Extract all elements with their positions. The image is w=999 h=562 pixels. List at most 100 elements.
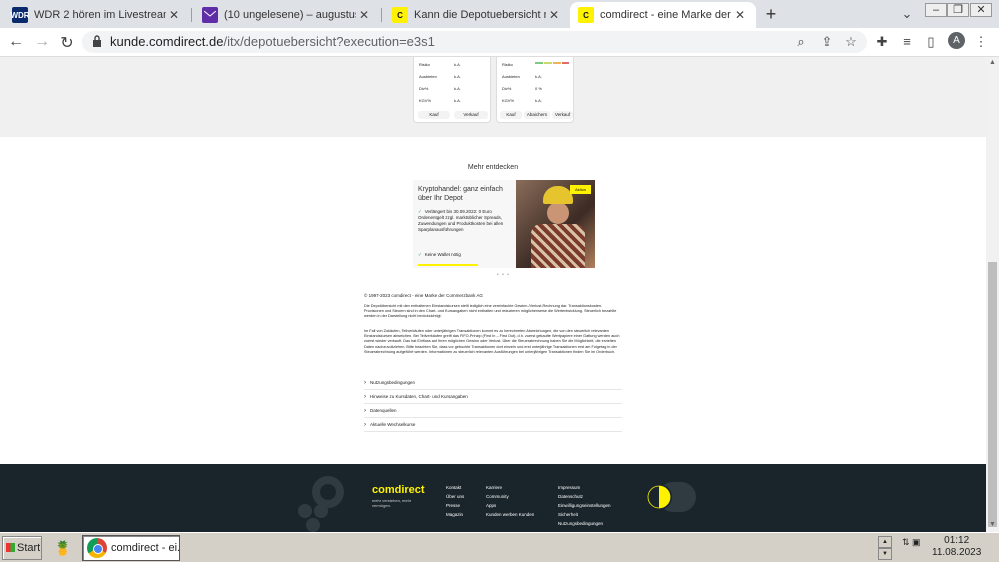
footer-link[interactable]: Kunden werben Kunden xyxy=(486,512,534,517)
row-label: Risiko xyxy=(502,62,513,67)
footer-link[interactable]: Sicherheit xyxy=(558,512,578,517)
row-label: Ausbieten xyxy=(419,74,437,79)
footer-link[interactable]: Kontakt xyxy=(446,485,461,490)
chrome-icon xyxy=(87,538,107,558)
footer-link[interactable]: Datenschutz xyxy=(558,494,583,499)
close-icon[interactable]: ✕ xyxy=(356,8,372,22)
tab-strip: WDR WDR 2 hören im Livestream - M ✕ (10 … xyxy=(0,0,999,28)
row-value: k.A. xyxy=(454,62,461,67)
comdirect-favicon-icon: C xyxy=(578,7,594,23)
tab-comdirect-active[interactable]: C comdirect - eine Marke der Commerz ✕ xyxy=(570,2,756,28)
accordion-item[interactable]: Aktuelle Wechselkurse xyxy=(364,419,622,432)
tab-search-chevron-icon[interactable]: ⌄ xyxy=(898,6,916,22)
profile-avatar[interactable]: A xyxy=(948,32,965,49)
security-card: Risiko Ausbieten k.A. Div% 0 % KGV% k.A.… xyxy=(496,57,574,123)
footer-link[interactable]: Impressum xyxy=(558,485,580,490)
media-control-icon[interactable]: ≡ xyxy=(898,34,916,49)
accordion-item[interactable]: Datenquellen xyxy=(364,405,622,418)
minimize-icon[interactable]: – xyxy=(925,3,947,17)
tab-title: Kann die Depotuebersicht nicht rech xyxy=(414,9,546,21)
scroll-down-arrow-icon[interactable]: ▼ xyxy=(988,521,997,528)
system-clock[interactable]: 01:12 11.08.2023 xyxy=(932,535,981,559)
footer-link[interactable]: Einwilligungseinstellungen xyxy=(558,503,611,508)
promo-badge: Aktion xyxy=(570,185,591,194)
side-panel-icon[interactable]: ▯ xyxy=(922,34,940,50)
footer-link[interactable]: Presse xyxy=(446,503,460,508)
sell-button[interactable]: Verkauf xyxy=(552,111,573,119)
tab-title: comdirect - eine Marke der Commerz xyxy=(600,9,732,21)
buy-button[interactable]: Kauf xyxy=(500,111,522,119)
forward-arrow-icon[interactable]: → xyxy=(32,33,52,51)
legal-paragraph: Im Fall von Zukäufen, Teilverkäufen oder… xyxy=(364,329,620,354)
tab-separator xyxy=(381,8,382,22)
accordion-item[interactable]: Nutzungsbedingungen xyxy=(364,377,622,390)
bookmark-star-icon[interactable]: ☆ xyxy=(842,34,860,50)
share-icon[interactable]: ⇪ xyxy=(818,34,836,50)
carousel-dots[interactable]: • • • xyxy=(497,272,510,278)
taskbar-window-button[interactable]: comdirect - ei... xyxy=(82,535,180,561)
row-label: KGV% xyxy=(502,98,515,103)
depot-overview-section xyxy=(0,57,986,137)
extensions-puzzle-icon[interactable]: ✚ xyxy=(873,34,891,50)
vertical-scrollbar[interactable]: ▲ ▼ xyxy=(986,57,999,532)
menu-kebab-icon[interactable]: ⋮ xyxy=(972,34,990,50)
row-label: KGV% xyxy=(419,98,432,103)
row-label: Risiko xyxy=(419,62,430,67)
footer-link[interactable]: Über uns xyxy=(446,494,464,499)
hedge-button[interactable]: Abaichern xyxy=(524,111,550,119)
url-text: kunde.comdirect.de/itx/depotuebersicht?e… xyxy=(110,34,435,49)
taskbar-scroll-down-icon[interactable]: ▼ xyxy=(878,548,892,560)
row-value: k.A. xyxy=(535,98,542,103)
promo-photo-shirt xyxy=(531,224,585,268)
accordion-item[interactable]: Hinweise zu Kursdaten, Chart- und Kursan… xyxy=(364,391,622,404)
footer-tagline: mehr verstehen, mehr vermögen. xyxy=(372,498,412,508)
comdirect-favicon-icon: C xyxy=(392,7,408,23)
row-value: k.A. xyxy=(454,74,461,79)
row-value: k.A. xyxy=(535,74,542,79)
taskbar-scroll-up-icon[interactable]: ▲ xyxy=(878,536,892,548)
reload-icon[interactable]: ↻ xyxy=(57,33,77,53)
address-bar[interactable]: kunde.comdirect.de/itx/depotuebersicht?e… xyxy=(82,31,867,53)
tab-wdr[interactable]: WDR WDR 2 hören im Livestream - M ✕ xyxy=(4,2,190,28)
tab-comdirect-help[interactable]: C Kann die Depotuebersicht nicht rech ✕ xyxy=(384,2,570,28)
comdirect-logo[interactable]: comdirect xyxy=(372,484,425,496)
maximize-icon[interactable]: ❐ xyxy=(947,3,969,17)
footer-decor-ring xyxy=(312,476,344,508)
close-icon[interactable]: ✕ xyxy=(166,8,182,22)
buy-button[interactable]: Kauf xyxy=(418,111,450,119)
security-card: Risiko k.A. Ausbieten k.A. Div% k.A. KGV… xyxy=(413,57,491,123)
wdr-favicon-icon: WDR xyxy=(10,7,30,23)
close-icon[interactable]: ✕ xyxy=(732,8,748,22)
tab-separator xyxy=(191,8,192,22)
footer-link[interactable]: Apps xyxy=(486,503,496,508)
window-close-icon[interactable]: ✕ xyxy=(970,3,992,17)
risk-scale-bar xyxy=(535,62,569,64)
new-tab-icon[interactable]: + xyxy=(762,4,780,24)
row-label: Ausbieten xyxy=(502,74,520,79)
footer-link[interactable]: Nutzungsbedingungen xyxy=(558,521,603,526)
tab-mail[interactable]: (10 ungelesene) – augustus_meyer@ ✕ xyxy=(194,2,380,28)
close-icon[interactable]: ✕ xyxy=(546,8,562,22)
scroll-up-arrow-icon[interactable]: ▲ xyxy=(988,59,997,66)
row-label: Div% xyxy=(419,86,429,91)
row-label: Div% xyxy=(502,86,512,91)
promo-bullet: Keine Wallet nötig xyxy=(418,252,514,258)
scroll-thumb[interactable] xyxy=(988,262,997,527)
footer-decor-dot xyxy=(314,504,328,518)
crypto-promo-banner[interactable]: Aktion Kryptohandel: ganz einfach über I… xyxy=(413,180,595,268)
footer-link[interactable]: Magazin xyxy=(446,512,463,517)
start-button[interactable]: Start xyxy=(2,536,42,560)
tab-title: (10 ungelesene) – augustus_meyer@ xyxy=(224,9,356,21)
footer-link[interactable]: Karriere xyxy=(486,485,502,490)
pineapple-quicklaunch-icon[interactable]: 🍍 xyxy=(52,537,74,559)
back-arrow-icon[interactable]: ← xyxy=(6,33,26,51)
taskbar: Start 🍍 comdirect - ei... ▲ ▼ ⇅ ▣ 01:12 … xyxy=(0,532,999,562)
mail-icon xyxy=(202,7,218,23)
zoom-icon[interactable]: ⌕ xyxy=(792,34,810,50)
sell-button[interactable]: Verkauf xyxy=(454,111,488,119)
footer-link[interactable]: Community xyxy=(486,494,509,499)
section-heading: Mehr entdecken xyxy=(467,164,519,171)
footer-decor-dot xyxy=(298,504,312,518)
tray-icons[interactable]: ⇅ ▣ xyxy=(902,537,921,548)
page-viewport: Risiko k.A. Ausbieten k.A. Div% k.A. KGV… xyxy=(0,57,986,532)
